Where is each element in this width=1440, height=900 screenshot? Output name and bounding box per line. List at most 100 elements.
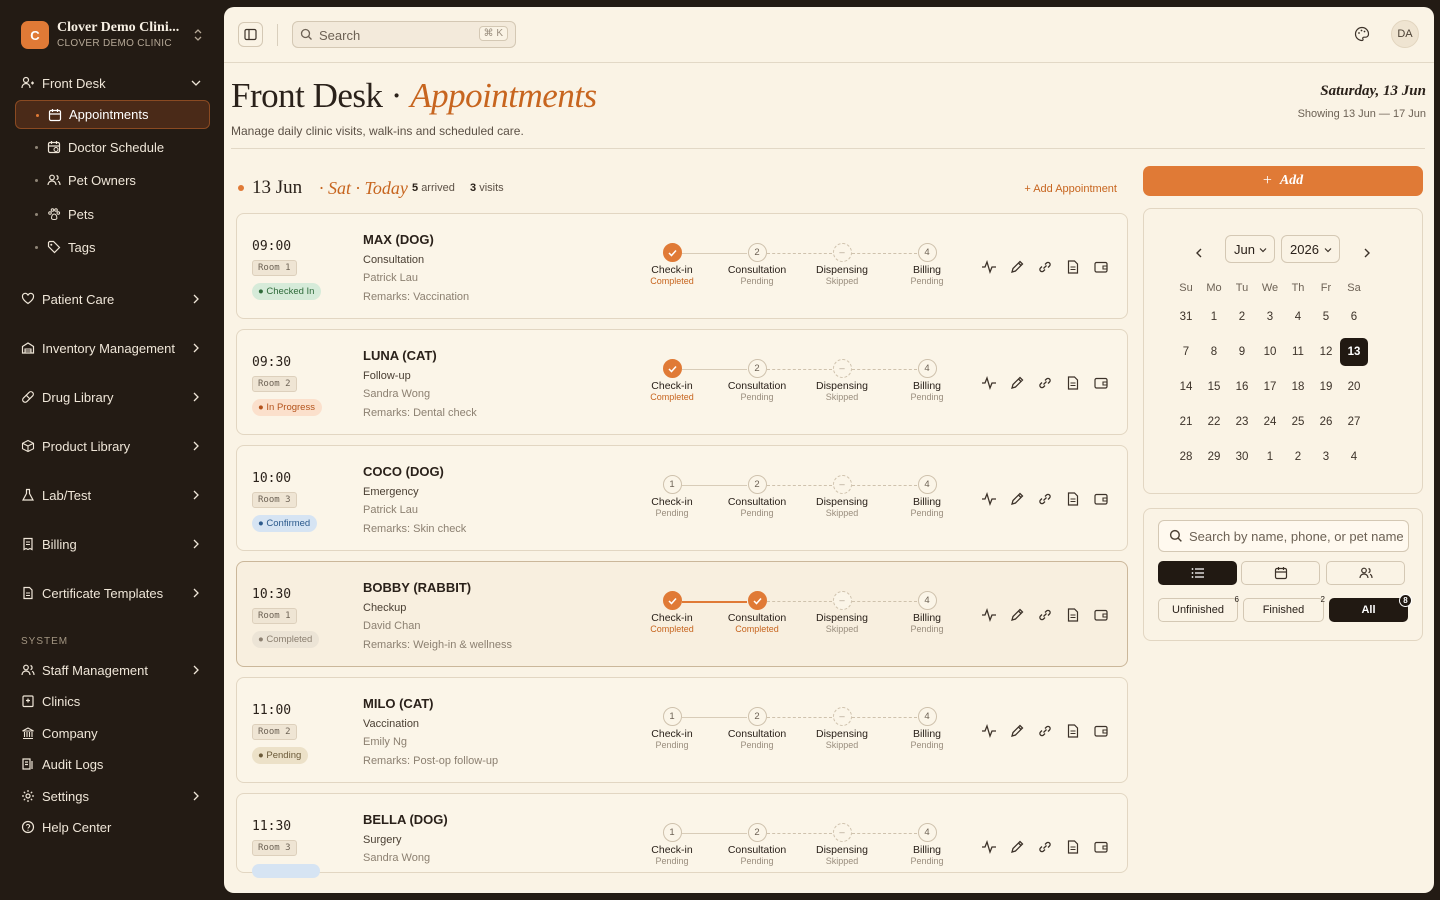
nav-lab-test[interactable]: Lab/Test bbox=[0, 481, 224, 509]
year-select[interactable]: 2026 bbox=[1281, 235, 1340, 263]
calendar-day[interactable]: 2 bbox=[1228, 303, 1256, 331]
nav-help-center[interactable]: Help Center bbox=[0, 813, 224, 841]
calendar-day[interactable]: 4 bbox=[1340, 443, 1368, 471]
calendar-day[interactable]: 4 bbox=[1284, 303, 1312, 331]
filter-all[interactable]: All 8 bbox=[1329, 594, 1412, 622]
sidebar-item-pet-owners[interactable]: Pet Owners bbox=[15, 166, 210, 195]
calendar-day[interactable]: 3 bbox=[1312, 443, 1340, 471]
calendar-day[interactable]: 2 bbox=[1284, 443, 1312, 471]
link-icon[interactable] bbox=[1037, 839, 1053, 855]
chevron-left-icon[interactable] bbox=[1194, 247, 1204, 259]
calendar-day[interactable]: 29 bbox=[1200, 443, 1228, 471]
appointment-card[interactable]: 10:00 Room 3 ● Confirmed COCO (DOG) Emergenc… bbox=[236, 445, 1128, 551]
calendar-day[interactable]: 9 bbox=[1228, 338, 1256, 366]
wallet-icon[interactable] bbox=[1093, 607, 1109, 623]
document-icon[interactable] bbox=[1065, 607, 1081, 623]
document-icon[interactable] bbox=[1065, 723, 1081, 739]
nav-billing[interactable]: Billing bbox=[0, 530, 224, 558]
document-icon[interactable] bbox=[1065, 375, 1081, 391]
activity-icon[interactable] bbox=[981, 723, 997, 739]
global-search-input[interactable]: Search ⌘ K bbox=[292, 21, 516, 48]
document-icon[interactable] bbox=[1065, 491, 1081, 507]
link-icon[interactable] bbox=[1037, 259, 1053, 275]
document-icon[interactable] bbox=[1065, 259, 1081, 275]
pet-name[interactable]: MILO (CAT) bbox=[363, 696, 434, 711]
pet-name[interactable]: COCO (DOG) bbox=[363, 464, 444, 479]
calendar-day[interactable]: 27 bbox=[1340, 408, 1368, 436]
calendar-day[interactable]: 24 bbox=[1256, 408, 1284, 436]
toggle-sidebar-button[interactable] bbox=[238, 22, 263, 47]
calendar-day[interactable]: 23 bbox=[1228, 408, 1256, 436]
nav-certificate-templates[interactable]: Certificate Templates bbox=[0, 579, 224, 607]
activity-icon[interactable] bbox=[981, 491, 997, 507]
palette-icon[interactable] bbox=[1354, 26, 1370, 42]
calendar-day[interactable]: 3 bbox=[1256, 303, 1284, 331]
calendar-day[interactable]: 5 bbox=[1312, 303, 1340, 331]
month-select[interactable]: Jun bbox=[1225, 235, 1275, 263]
chevron-right-icon[interactable] bbox=[1362, 247, 1372, 259]
calendar-day[interactable]: 16 bbox=[1228, 373, 1256, 401]
wallet-icon[interactable] bbox=[1093, 723, 1109, 739]
sidebar-item-tags[interactable]: Tags bbox=[15, 233, 210, 262]
sidebar-item-appointments[interactable]: Appointments bbox=[15, 100, 210, 129]
nav-drug-library[interactable]: Drug Library bbox=[0, 383, 224, 411]
wallet-icon[interactable] bbox=[1093, 259, 1109, 275]
pet-name[interactable]: MAX (DOG) bbox=[363, 232, 434, 247]
list-view-button[interactable] bbox=[1158, 561, 1237, 585]
pet-name[interactable]: LUNA (CAT) bbox=[363, 348, 437, 363]
patient-search-input[interactable]: Search by name, phone, or pet name bbox=[1158, 520, 1409, 552]
filter-finished[interactable]: Finished 2 bbox=[1243, 595, 1325, 622]
activity-icon[interactable] bbox=[981, 607, 997, 623]
calendar-day[interactable]: 13 bbox=[1340, 338, 1368, 366]
appointment-card[interactable]: 09:30 Room 2 ● In Progress LUNA (CAT) Follow… bbox=[236, 329, 1128, 435]
calendar-day[interactable]: 7 bbox=[1172, 338, 1200, 366]
edit-icon[interactable] bbox=[1009, 723, 1025, 739]
wallet-icon[interactable] bbox=[1093, 375, 1109, 391]
appointment-card[interactable]: 11:00 Room 2 ● Pending MILO (CAT) Vaccinatio… bbox=[236, 677, 1128, 783]
calendar-day[interactable]: 10 bbox=[1256, 338, 1284, 366]
nav-inventory-management[interactable]: Inventory Management bbox=[0, 334, 224, 362]
calendar-day[interactable]: 25 bbox=[1284, 408, 1312, 436]
activity-icon[interactable] bbox=[981, 259, 997, 275]
appointment-card[interactable]: 11:30 Room 3 BELLA (DOG) Surgery Sandra Wong… bbox=[236, 793, 1128, 878]
appointment-card[interactable]: 09:00 Room 1 ● Checked In MAX (DOG) Consulta… bbox=[236, 213, 1128, 319]
wallet-icon[interactable] bbox=[1093, 491, 1109, 507]
edit-icon[interactable] bbox=[1009, 607, 1025, 623]
calendar-day[interactable]: 12 bbox=[1312, 338, 1340, 366]
pet-name[interactable]: BELLA (DOG) bbox=[363, 812, 448, 827]
edit-icon[interactable] bbox=[1009, 491, 1025, 507]
add-button[interactable]: + Add bbox=[1143, 166, 1423, 196]
calendar-day[interactable]: 26 bbox=[1312, 408, 1340, 436]
calendar-day[interactable]: 18 bbox=[1284, 373, 1312, 401]
appointment-card[interactable]: 10:30 Room 1 ● Completed BOBBY (RABBIT) Chec… bbox=[236, 561, 1128, 667]
calendar-day[interactable]: 31 bbox=[1172, 303, 1200, 331]
nav-patient-care[interactable]: Patient Care bbox=[0, 285, 224, 313]
filter-unfinished[interactable]: Unfinished 6 bbox=[1158, 595, 1239, 622]
nav-front-desk[interactable]: Front Desk bbox=[0, 69, 224, 97]
calendar-day[interactable]: 30 bbox=[1228, 443, 1256, 471]
nav-staff-management[interactable]: Staff Management bbox=[0, 656, 224, 684]
activity-icon[interactable] bbox=[981, 375, 997, 391]
user-avatar[interactable]: DA bbox=[1391, 20, 1419, 48]
sidebar-item-doctor-schedule[interactable]: Doctor Schedule bbox=[15, 133, 210, 162]
document-icon[interactable] bbox=[1065, 839, 1081, 855]
calendar-day[interactable]: 1 bbox=[1256, 443, 1284, 471]
calendar-day[interactable]: 28 bbox=[1172, 443, 1200, 471]
calendar-day[interactable]: 21 bbox=[1172, 408, 1200, 436]
sidebar-item-pets[interactable]: Pets bbox=[15, 200, 210, 229]
link-icon[interactable] bbox=[1037, 607, 1053, 623]
edit-icon[interactable] bbox=[1009, 839, 1025, 855]
nav-audit-logs[interactable]: Audit Logs bbox=[0, 750, 224, 778]
calendar-day[interactable]: 1 bbox=[1200, 303, 1228, 331]
calendar-view-button[interactable] bbox=[1241, 561, 1320, 585]
calendar-day[interactable]: 14 bbox=[1172, 373, 1200, 401]
link-icon[interactable] bbox=[1037, 375, 1053, 391]
link-icon[interactable] bbox=[1037, 491, 1053, 507]
add-appointment-link[interactable]: + Add Appointment bbox=[1024, 183, 1117, 195]
edit-icon[interactable] bbox=[1009, 375, 1025, 391]
nav-clinics[interactable]: Clinics bbox=[0, 687, 224, 715]
nav-settings[interactable]: Settings bbox=[0, 782, 224, 810]
people-view-button[interactable] bbox=[1326, 561, 1405, 585]
link-icon[interactable] bbox=[1037, 723, 1053, 739]
pet-name[interactable]: BOBBY (RABBIT) bbox=[363, 580, 471, 595]
